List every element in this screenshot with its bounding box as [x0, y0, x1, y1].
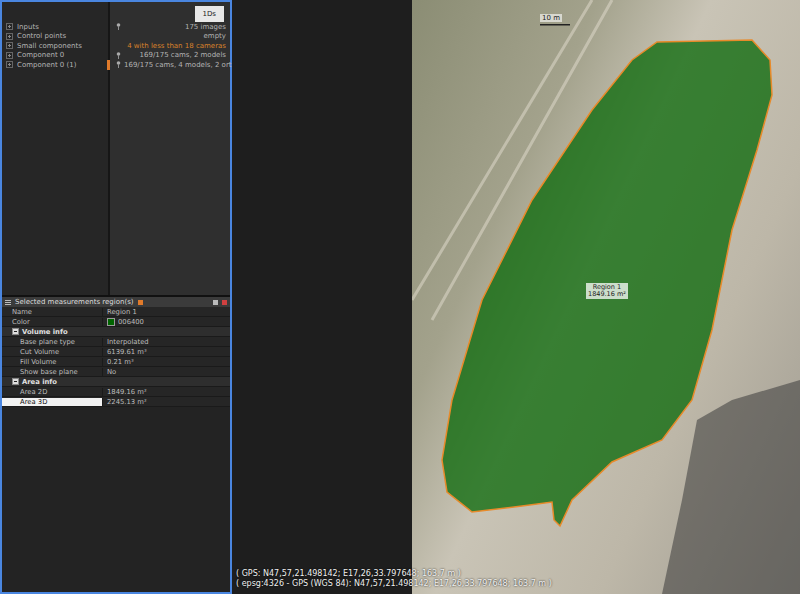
tree-item[interactable]: Control points: [2, 32, 108, 42]
coordinate-line: ( epsg:4326 - GPS (WGS 84): N47,57,21.49…: [236, 579, 552, 588]
properties-header: Selected measurements region(s): [2, 297, 230, 307]
property-row[interactable]: Fill Volume0.21 m³: [2, 357, 230, 367]
tree-value-text: empty: [124, 32, 230, 40]
tree-values: 1Ds175 imagesempty 4 with less than 18 ca…: [110, 2, 230, 295]
pin-icon: [116, 61, 121, 68]
tree-item-label: Component 0 (1): [17, 61, 76, 69]
property-row[interactable]: Base plane typeInterpolated: [2, 337, 230, 347]
menu-icon[interactable]: [5, 300, 11, 305]
property-label: Area info: [2, 378, 102, 386]
properties-panel: Selected measurements region(s)NameRegio…: [2, 297, 230, 592]
pin-slot: [115, 61, 121, 68]
property-value[interactable]: 1849.16 m²: [102, 388, 230, 396]
scale-label: 10 m: [540, 14, 562, 22]
collapse-icon[interactable]: [12, 328, 19, 335]
tree-item[interactable]: Small components: [2, 41, 108, 51]
property-section[interactable]: Area info: [2, 377, 230, 387]
pin-slot: [115, 52, 121, 59]
property-label: Area 2D: [2, 388, 102, 396]
tree-value-text: 169/175 cams, 4 models, 2 orthos: [124, 61, 248, 69]
pin-icon[interactable]: [138, 300, 143, 305]
tree-item-value[interactable]: empty: [107, 32, 230, 42]
property-value[interactable]: Interpolated: [102, 338, 230, 346]
tree-item-value[interactable]: 169/175 cams, 2 models: [107, 51, 230, 61]
tree-item-value[interactable]: 175 images: [107, 22, 230, 32]
tree-labels: InputsControl pointsSmall componentsComp…: [2, 2, 108, 295]
region-label[interactable]: Region 11849.16 m²: [586, 283, 628, 299]
property-label: Volume info: [2, 328, 102, 336]
property-row[interactable]: Show base planeNo: [2, 367, 230, 377]
tree-value-text: 175 images: [124, 23, 230, 31]
property-label: Name: [2, 308, 102, 316]
pin-icon: [116, 52, 121, 59]
property-row[interactable]: Cut Volume6139.61 m³: [2, 347, 230, 357]
tree-item[interactable]: Component 0 (1): [2, 60, 108, 70]
property-label: Fill Volume: [2, 358, 102, 366]
tree-item-label: Control points: [17, 32, 66, 40]
tree-item-label: Component 0: [17, 51, 64, 59]
property-label: Color: [2, 318, 102, 326]
tree-item-value[interactable]: 169/175 cams, 4 models, 2 orthos: [107, 60, 230, 70]
property-value[interactable]: No: [102, 368, 230, 376]
pin-slot: [115, 23, 121, 30]
tree-item[interactable]: Inputs: [2, 22, 108, 32]
property-value[interactable]: Region 1: [102, 308, 230, 316]
coordinate-line: ( GPS: N47,57,21.498142; E17,26,33.79764…: [236, 569, 552, 578]
coordinates: ( GPS: N47,57,21.498142; E17,26,33.79764…: [236, 569, 552, 588]
tree-item[interactable]: Component 0: [2, 51, 108, 61]
expand-icon[interactable]: [6, 33, 13, 40]
tree-item-value[interactable]: 4 with less than 18 cameras: [107, 41, 230, 51]
dock-icon[interactable]: [213, 300, 218, 305]
app: InputsControl pointsSmall componentsComp…: [0, 0, 800, 594]
tree-value-text: 4 with less than 18 cameras: [124, 42, 230, 50]
expand-icon[interactable]: [6, 61, 13, 68]
tree-item-label: Inputs: [17, 23, 39, 31]
expand-icon[interactable]: [6, 52, 13, 59]
close-icon[interactable]: [222, 300, 227, 305]
tree-value-text: 169/175 cams, 2 models: [124, 51, 230, 59]
pin-icon: [116, 23, 121, 30]
measurement-region[interactable]: [442, 40, 772, 526]
scale-bar: [540, 24, 570, 26]
viewport[interactable]: 10 m Region 11849.16 m² ( GPS: N47,57,21.4…: [232, 0, 800, 594]
expand-icon[interactable]: [6, 23, 13, 30]
color-swatch[interactable]: [107, 318, 115, 326]
property-label: Base plane type: [2, 338, 102, 346]
property-label: Cut Volume: [2, 348, 102, 356]
property-label: Area 3D: [2, 398, 102, 406]
toolbar-button[interactable]: 1Ds: [195, 6, 225, 22]
property-value[interactable]: 2245.13 m²: [102, 398, 230, 406]
viewport-background: [232, 0, 412, 594]
left-panel: InputsControl pointsSmall componentsComp…: [0, 0, 232, 594]
orthophoto[interactable]: 10 m Region 11849.16 m²: [412, 0, 800, 594]
property-row[interactable]: Color006400: [2, 317, 230, 327]
property-row[interactable]: Area 3D2245.13 m²: [2, 397, 230, 407]
expand-icon[interactable]: [6, 42, 13, 49]
property-value[interactable]: 006400: [102, 318, 230, 326]
toolbar: 1Ds: [110, 6, 230, 22]
property-value[interactable]: 0.21 m³: [102, 358, 230, 366]
property-row[interactable]: NameRegion 1: [2, 307, 230, 317]
property-label: Show base plane: [2, 368, 102, 376]
collapse-icon[interactable]: [12, 378, 19, 385]
property-row[interactable]: Area 2D1849.16 m²: [2, 387, 230, 397]
tree-item-label: Small components: [17, 42, 82, 50]
property-value[interactable]: 6139.61 m³: [102, 348, 230, 356]
project-tree: InputsControl pointsSmall componentsComp…: [2, 2, 230, 297]
property-section[interactable]: Volume info: [2, 327, 230, 337]
properties-title: Selected measurements region(s): [15, 298, 134, 306]
